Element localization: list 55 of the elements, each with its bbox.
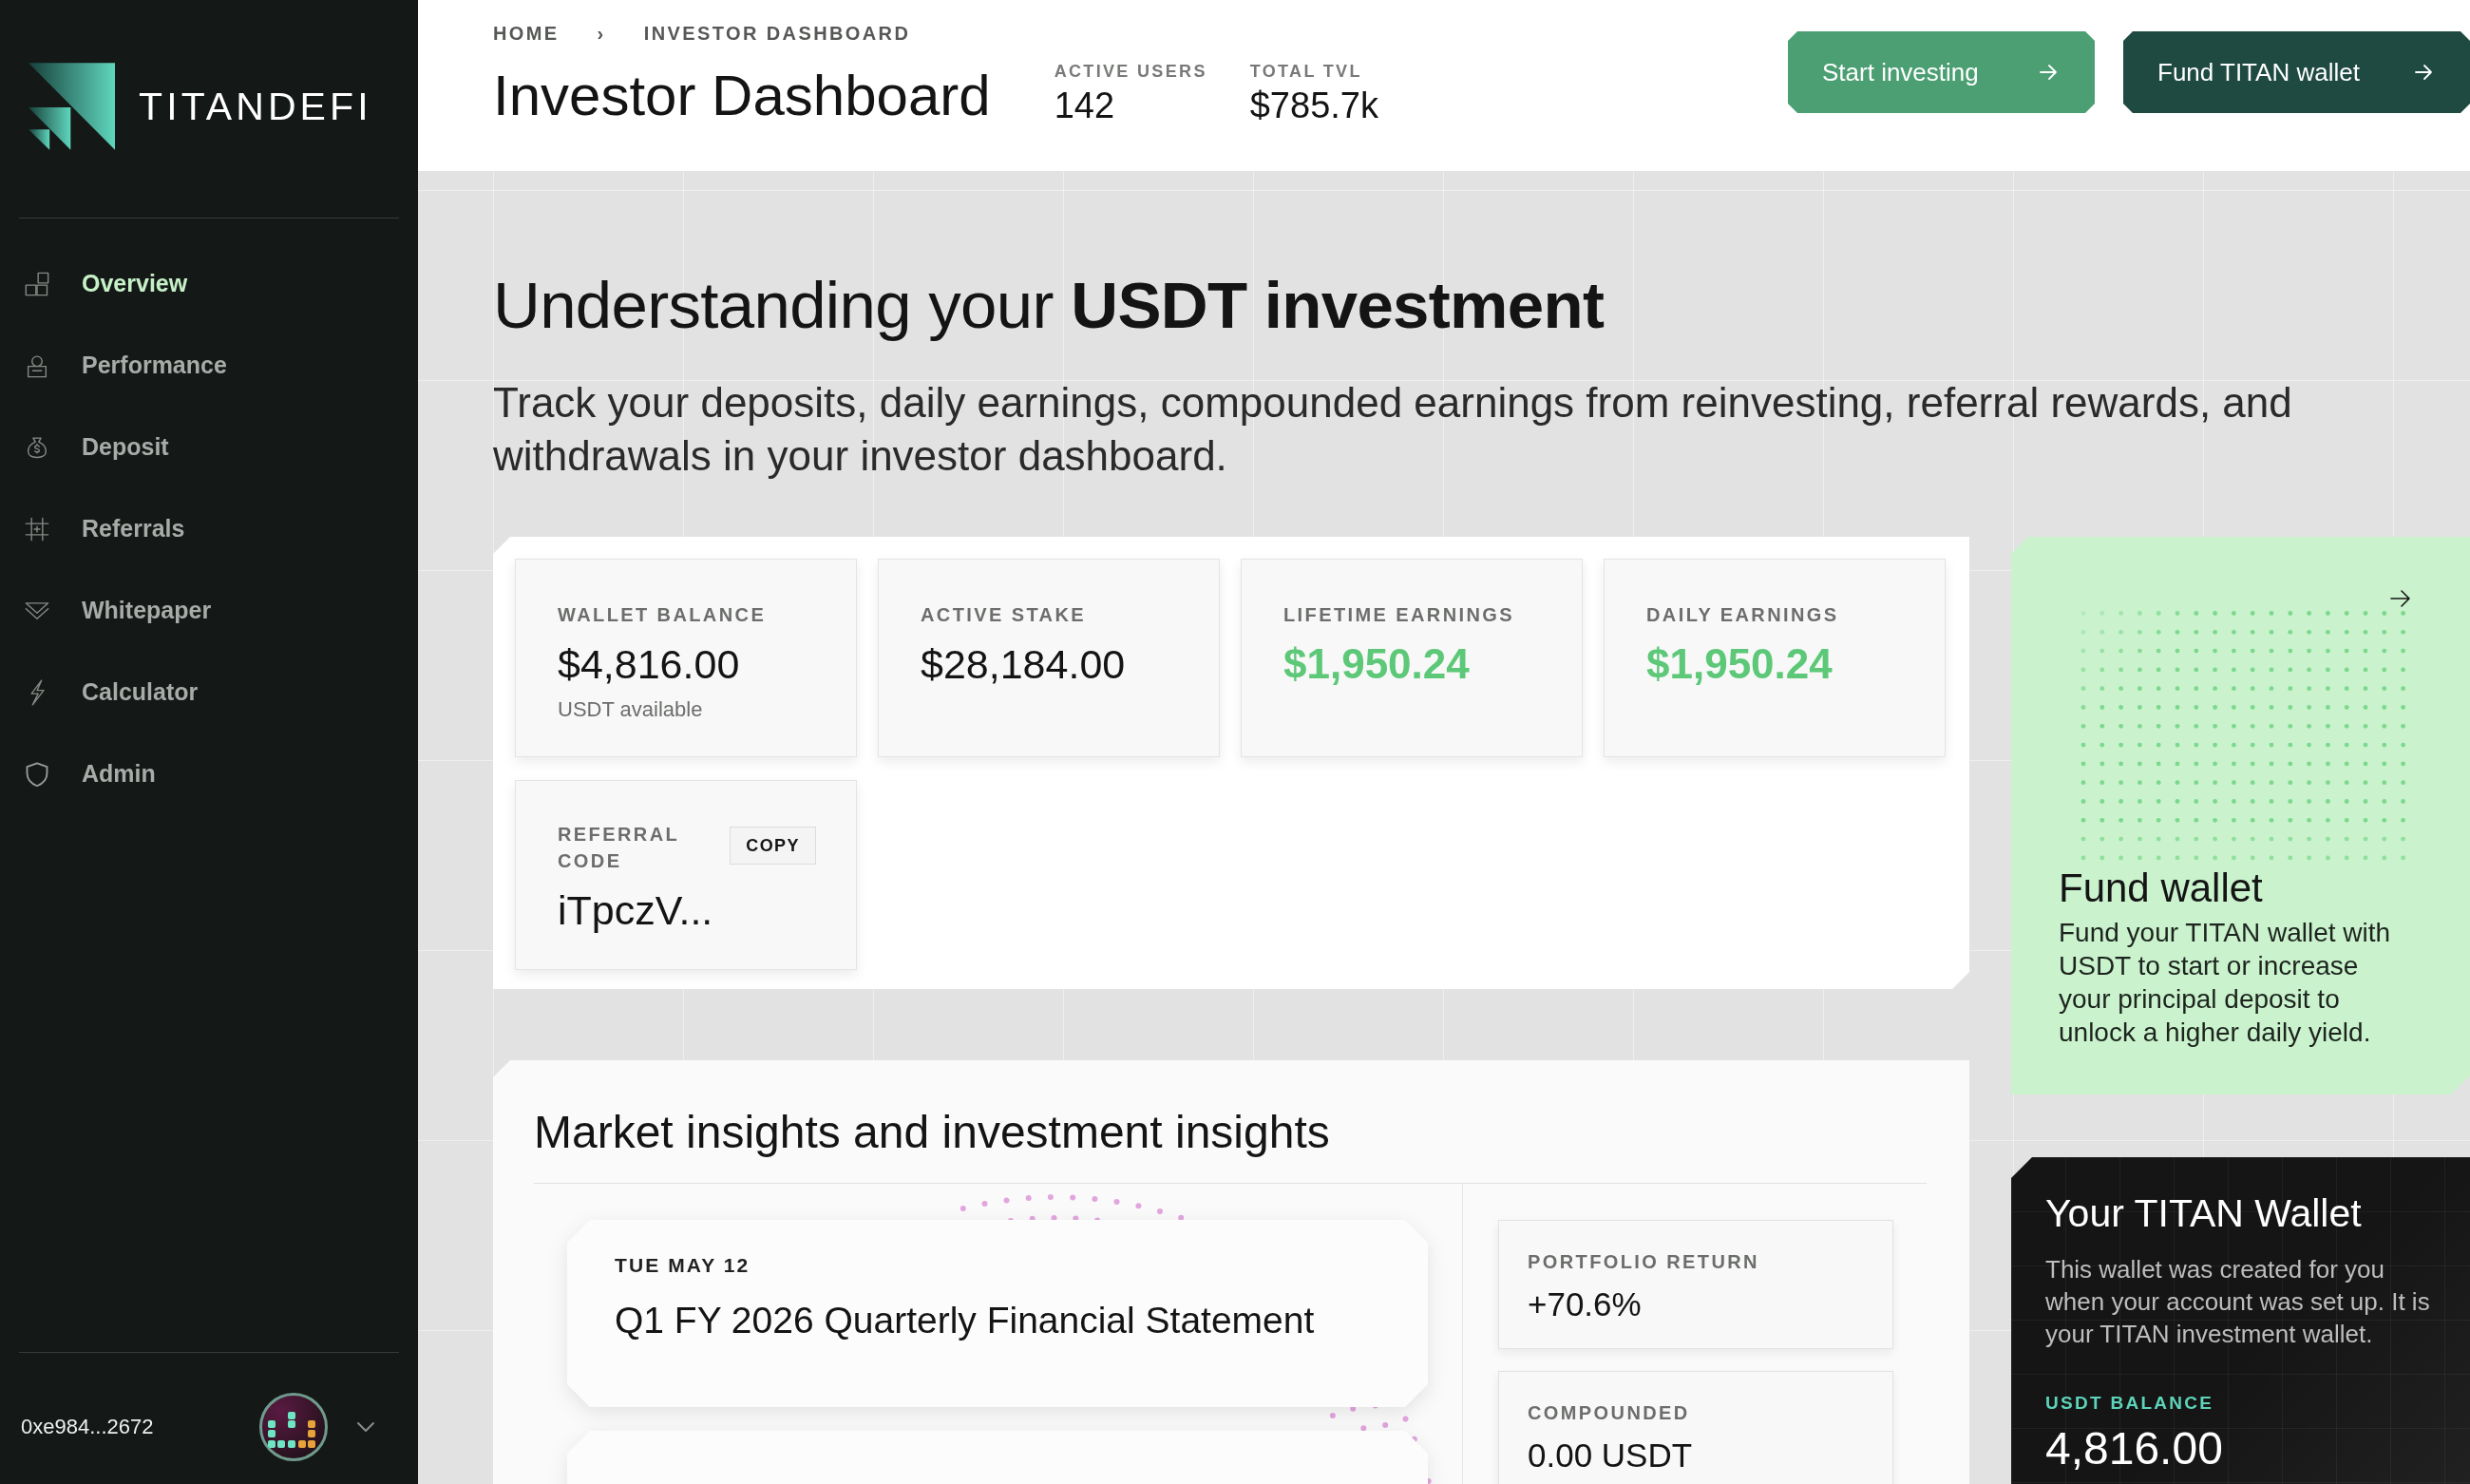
stat-label: PORTFOLIO RETURN: [1528, 1250, 1760, 1273]
card-value: $4,816.00: [558, 640, 741, 688]
fund-wallet-title: Fund wallet: [2059, 865, 2264, 912]
stat-value: $785.7k: [1249, 85, 1378, 126]
page-title: Investor Dashboard: [493, 66, 991, 126]
hash-grid-icon: [24, 516, 50, 542]
fund-wallet-card[interactable]: Fund wallet Fund your TITAN wallet with USDT to start or increase your principal deposit to unlock a higher daily yield.: [2011, 537, 2470, 1094]
stat-label: ACTIVE USERS: [1054, 61, 1207, 82]
sidebar-item[interactable]: Calculator: [19, 652, 399, 733]
card-value: $28,184.00: [921, 640, 1127, 688]
wallet-address: 0xe984...2672: [21, 1414, 154, 1440]
logo-icon: [28, 63, 115, 150]
card-value: $1,950.24: [1646, 640, 1834, 688]
referral-code: iTpczV...: [558, 886, 714, 934]
wallet-text: This wallet was created for you when your account was set up. It is your TITAN investment wallet.: [2045, 1254, 2431, 1350]
chevron-down-icon[interactable]: [356, 1421, 375, 1433]
shield-icon: [24, 761, 50, 788]
hero-text: Track your deposits, daily earnings, compounded earnings from reinvesting, referral rewards, and withdrawals in your investor dashboard.: [493, 378, 2293, 481]
sidebar-item[interactable]: Performance: [19, 325, 399, 407]
card-label: LIFETIME EARNINGS: [1283, 603, 1516, 627]
breadcrumb-current: INVESTOR DASHBOARD: [643, 22, 911, 46]
card-label: ACTIVE STAKE: [921, 603, 1087, 627]
stat-label: COMPOUNDED: [1528, 1401, 1691, 1424]
stat-value: 142: [1054, 85, 1116, 126]
squares-icon: [24, 271, 50, 297]
card-value: $1,950.24: [1283, 640, 1471, 688]
sidebar-item[interactable]: Whitepaper: [19, 570, 399, 652]
hero-heading: Understanding your USDT investment: [493, 268, 1606, 344]
fund-wallet-button[interactable]: Fund TITAN wallet: [2123, 31, 2470, 113]
logo-text: TITANDEFI: [139, 84, 372, 129]
balance-label: USDT BALANCE: [2045, 1392, 2215, 1415]
stat-value: +70.6%: [1528, 1285, 1643, 1323]
balance-value: 4,816.00: [2045, 1425, 2224, 1473]
sidebar-item[interactable]: Referrals: [19, 488, 399, 570]
copy-button[interactable]: COPY: [730, 827, 816, 865]
avatar-icon[interactable]: [259, 1393, 328, 1461]
event-title: Q1 FY 2026 Quarterly Financial Statement: [615, 1300, 1316, 1341]
breadcrumb-separator: ›: [597, 22, 606, 46]
wallet-title: Your TITAN Wallet: [2045, 1190, 2363, 1237]
stat-label: TOTAL TVL: [1249, 61, 1363, 82]
card-note: USDT available: [558, 697, 704, 722]
card-label: REFERRAL CODE: [558, 823, 680, 873]
sidebar-item[interactable]: Overview: [19, 243, 399, 325]
sidebar-item[interactable]: Admin: [19, 733, 399, 815]
event-date: TUE MAY 12: [615, 1253, 751, 1278]
sidebar-item[interactable]: Deposit: [19, 407, 399, 488]
insights-title: Market insights and investment insights: [534, 1106, 1331, 1159]
arrow-right-icon[interactable]: [2389, 587, 2412, 610]
breadcrumb-link[interactable]: HOME: [493, 21, 560, 46]
arrow-right-icon: [2038, 62, 2059, 83]
stat-value: 0.00 USDT: [1528, 1436, 1694, 1474]
fund-wallet-text: Fund your TITAN wallet with USDT to start or increase your principal deposit to unlock a higher daily yield.: [2059, 917, 2392, 1049]
arrow-right-icon: [2413, 62, 2434, 83]
card-label: DAILY EARNINGS: [1646, 603, 1840, 627]
card-label: WALLET BALANCE: [558, 603, 768, 627]
